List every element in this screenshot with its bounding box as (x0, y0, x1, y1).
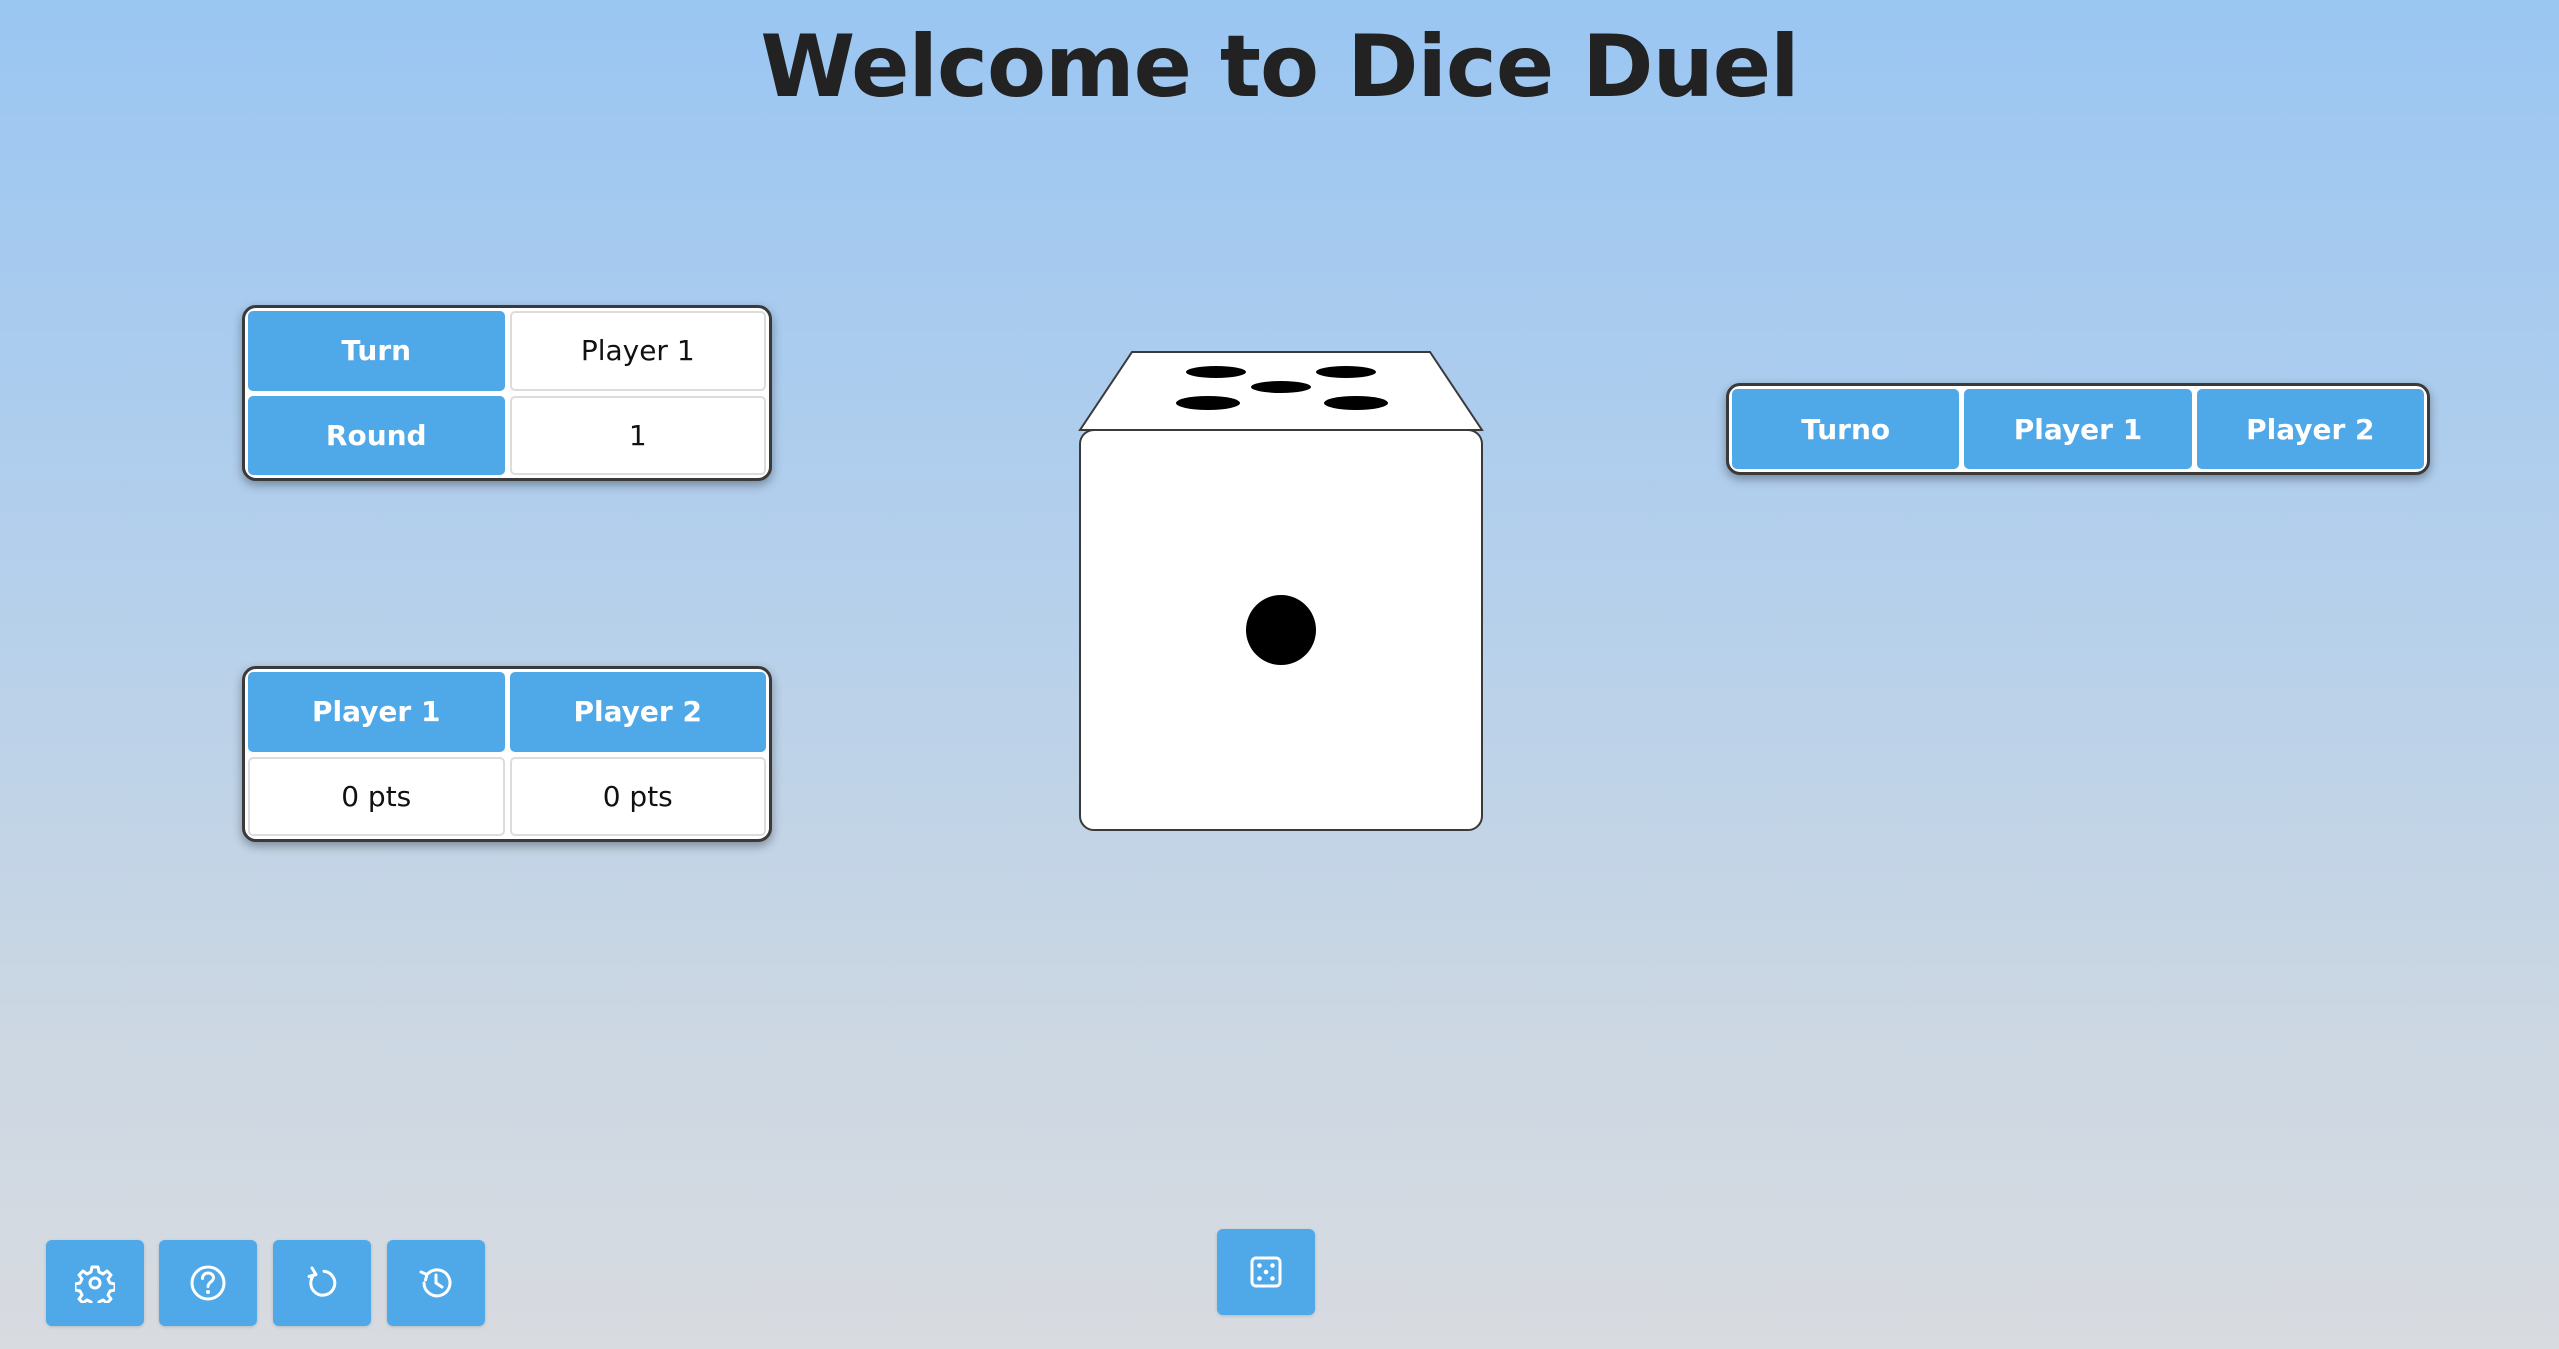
restart-button[interactable] (273, 1240, 371, 1326)
player1-score-header: Player 1 (248, 672, 505, 752)
settings-button[interactable] (46, 1240, 144, 1326)
restart-icon (302, 1263, 342, 1303)
turn-label: Turn (248, 311, 505, 391)
dice-icon (1246, 1252, 1286, 1292)
history-table: Turno Player 1 Player 2 (1726, 383, 2430, 475)
score-table: Player 1 Player 2 0 pts 0 pts (242, 666, 772, 842)
player2-score: 0 pts (509, 756, 766, 836)
dice-pip (1246, 595, 1316, 665)
roll-dice-button[interactable] (1217, 1229, 1315, 1315)
player2-score-header: Player 2 (509, 672, 766, 752)
history-header-player2: Player 2 (2196, 389, 2424, 469)
history-button[interactable] (387, 1240, 485, 1326)
history-header-turno: Turno (1732, 389, 1960, 469)
history-header-player1: Player 1 (1964, 389, 2192, 469)
dice-front-face (1079, 429, 1483, 831)
round-value: 1 (509, 395, 766, 475)
dice-top-face (1078, 351, 1484, 431)
dice-pip (1324, 396, 1388, 410)
dice (1078, 351, 1484, 831)
dice-pip (1251, 381, 1311, 393)
gear-icon (75, 1263, 115, 1303)
turn-info-table: Turn Player 1 Round 1 (242, 305, 772, 481)
help-icon (188, 1263, 228, 1303)
round-label: Round (248, 395, 505, 475)
turn-value: Player 1 (509, 311, 766, 391)
help-button[interactable] (159, 1240, 257, 1326)
history-icon (416, 1263, 456, 1303)
dice-pip (1176, 396, 1240, 410)
dice-pip (1186, 366, 1246, 378)
player1-score: 0 pts (248, 756, 505, 836)
page-title: Welcome to Dice Duel (760, 17, 1799, 117)
dice-pip (1316, 366, 1376, 378)
